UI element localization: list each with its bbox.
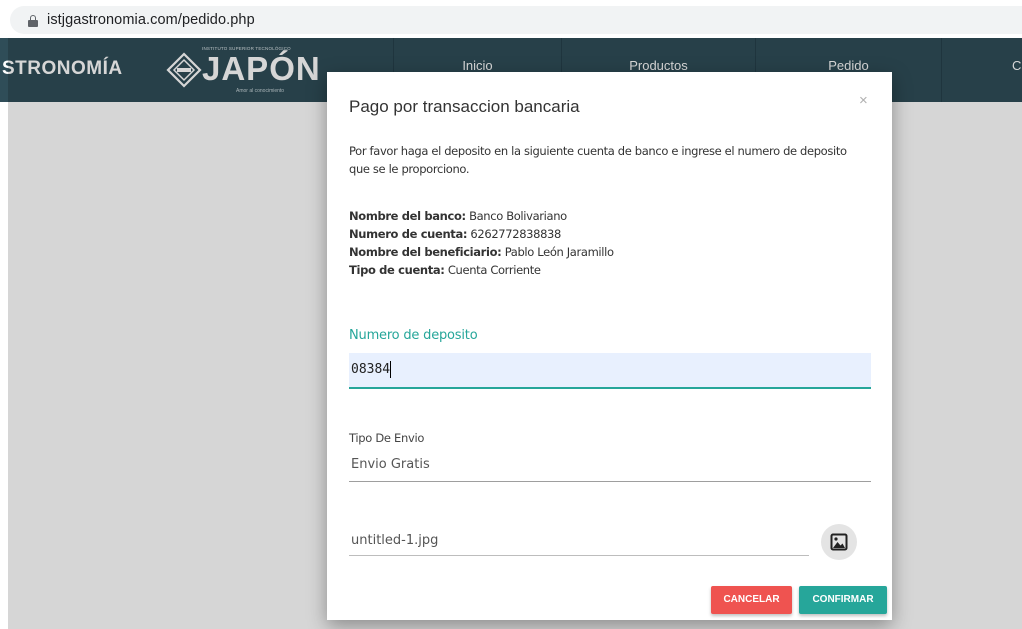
- shipping-type-label: Tipo De Envio: [349, 431, 425, 445]
- file-upload-button[interactable]: [821, 524, 857, 560]
- confirm-button[interactable]: CONFIRMAR: [799, 586, 887, 614]
- file-name: untitled-1.jpg: [351, 533, 439, 548]
- bank-name-row: Nombre del banco: Banco Bolivariano: [349, 209, 567, 223]
- cancel-button[interactable]: CANCELAR: [711, 586, 792, 614]
- deposit-number-value: 08384: [351, 362, 391, 377]
- account-number-row: Numero de cuenta: 6262772838838: [349, 227, 561, 241]
- text-caret: [390, 361, 391, 378]
- deposit-number-input[interactable]: 08384: [349, 353, 871, 389]
- url-text: istjgastronomia.com/pedido.php: [47, 12, 255, 28]
- shipping-type-select[interactable]: Envio Gratis: [349, 452, 871, 482]
- file-path-input[interactable]: untitled-1.jpg: [349, 528, 809, 556]
- close-icon[interactable]: ×: [859, 92, 868, 109]
- deposit-number-label: Numero de deposito: [349, 328, 478, 343]
- modal-title: Pago por transaccion bancaria: [349, 97, 580, 116]
- account-type-row: Tipo de cuenta: Cuenta Corriente: [349, 263, 541, 277]
- bank-details: Nombre del banco: Banco Bolivariano Nume…: [349, 207, 614, 279]
- browser-address-bar: istjgastronomia.com/pedido.php: [0, 0, 1022, 38]
- beneficiary-row: Nombre del beneficiario: Pablo León Jara…: [349, 245, 614, 259]
- instructions-text: Por favor haga el deposito en la siguien…: [349, 144, 847, 176]
- shipping-type-value: Envio Gratis: [351, 457, 430, 472]
- payment-modal: Pago por transaccion bancaria × Por favo…: [327, 72, 892, 620]
- image-upload-icon: [830, 533, 848, 551]
- lock-icon: [28, 15, 38, 27]
- url-field[interactable]: istjgastronomia.com/pedido.php: [10, 6, 1022, 34]
